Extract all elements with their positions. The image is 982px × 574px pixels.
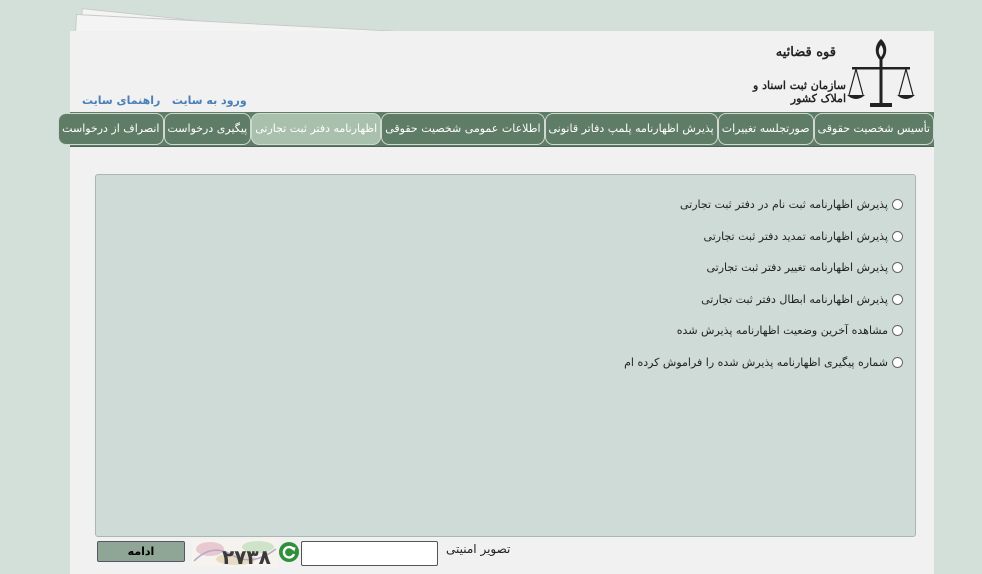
- option-label: پذیرش اظهارنامه تمدید دفتر ثبت تجارتی: [703, 229, 888, 243]
- tab-legal-books-declaration[interactable]: پذیرش اظهارنامه پلمپ دفاتر قانونی: [544, 113, 718, 145]
- refresh-captcha-icon[interactable]: [278, 541, 300, 563]
- option-cancel-commercial-book[interactable]: پذیرش اظهارنامه ابطال دفتر ثبت تجارتی: [624, 284, 903, 316]
- options-list: پذیرش اظهارنامه ثبت نام در دفتر ثبت تجار…: [624, 189, 903, 378]
- tab-legal-entity-info[interactable]: اطلاعات عمومی شخصیت حقوقی: [381, 113, 545, 145]
- site-guide-link[interactable]: راهنمای سایت: [82, 94, 160, 107]
- tab-commercial-register-declaration[interactable]: اظهارنامه دفتر ثبت تجارتی: [251, 113, 382, 145]
- tab-track-request[interactable]: پیگیری درخواست: [163, 113, 252, 145]
- tab-cancel-request[interactable]: انصراف از درخواست: [58, 113, 164, 145]
- radio-button[interactable]: [892, 262, 903, 274]
- main-navbar: تأسیس شخصیت حقوقی صورتجلسه تغییرات پذیرش…: [58, 112, 934, 147]
- header: قوه قضائیه سازمان ثبت اسناد و املاک کشور…: [70, 31, 934, 112]
- option-label: پذیرش اظهارنامه تغییر دفتر ثبت تجارتی: [706, 261, 888, 275]
- radio-button[interactable]: [892, 199, 903, 211]
- option-forgot-tracking-number[interactable]: شماره پیگیری اظهارنامه پذیرش شده را فرام…: [624, 347, 903, 379]
- radio-button[interactable]: [892, 356, 903, 368]
- nav-tabs: تأسیس شخصیت حقوقی صورتجلسه تغییرات پذیرش…: [58, 112, 934, 146]
- option-change-commercial-book[interactable]: پذیرش اظهارنامه تغییر دفتر ثبت تجارتی: [624, 252, 903, 284]
- option-register-commercial-book[interactable]: پذیرش اظهارنامه ثبت نام در دفتر ثبت تجار…: [624, 189, 903, 221]
- iran-emblem-logo: [847, 39, 915, 107]
- option-label: پذیرش اظهارنامه ثبت نام در دفتر ثبت تجار…: [679, 198, 888, 212]
- option-label: پذیرش اظهارنامه ابطال دفتر ثبت تجارتی: [701, 292, 888, 306]
- option-view-latest-status[interactable]: مشاهده آخرین وضعیت اظهارنامه پذیرش شده: [624, 315, 903, 347]
- top-links: ورود به سایت راهنمای سایت: [74, 94, 247, 107]
- option-label: شماره پیگیری اظهارنامه پذیرش شده را فرام…: [624, 355, 888, 369]
- captcha-image: ۲۷۳۸: [192, 539, 278, 567]
- continue-button[interactable]: ادامه: [97, 541, 185, 562]
- radio-button[interactable]: [892, 230, 903, 242]
- tab-change-minutes[interactable]: صورتجلسه تغییرات: [717, 113, 814, 145]
- option-label: مشاهده آخرین وضعیت اظهارنامه پذیرش شده: [676, 324, 888, 338]
- options-panel: پذیرش اظهارنامه ثبت نام در دفتر ثبت تجار…: [95, 174, 916, 537]
- org-subtitle: سازمان ثبت اسناد و املاک کشور: [752, 79, 846, 105]
- tab-establish-legal-entity[interactable]: تأسیس شخصیت حقوقی: [813, 113, 934, 145]
- captcha-text: ۲۷۳۸: [222, 545, 271, 567]
- radio-button[interactable]: [892, 325, 903, 337]
- radio-button[interactable]: [892, 293, 903, 305]
- option-renew-commercial-book[interactable]: پذیرش اظهارنامه تمدید دفتر ثبت تجارتی: [624, 221, 903, 253]
- captcha-label: تصویر امنیتی: [446, 542, 511, 556]
- org-title: قوه قضائیه: [775, 45, 836, 60]
- captcha-input[interactable]: [301, 541, 438, 566]
- login-link[interactable]: ورود به سایت: [172, 94, 247, 107]
- page-container: قوه قضائیه سازمان ثبت اسناد و املاک کشور…: [58, 31, 934, 574]
